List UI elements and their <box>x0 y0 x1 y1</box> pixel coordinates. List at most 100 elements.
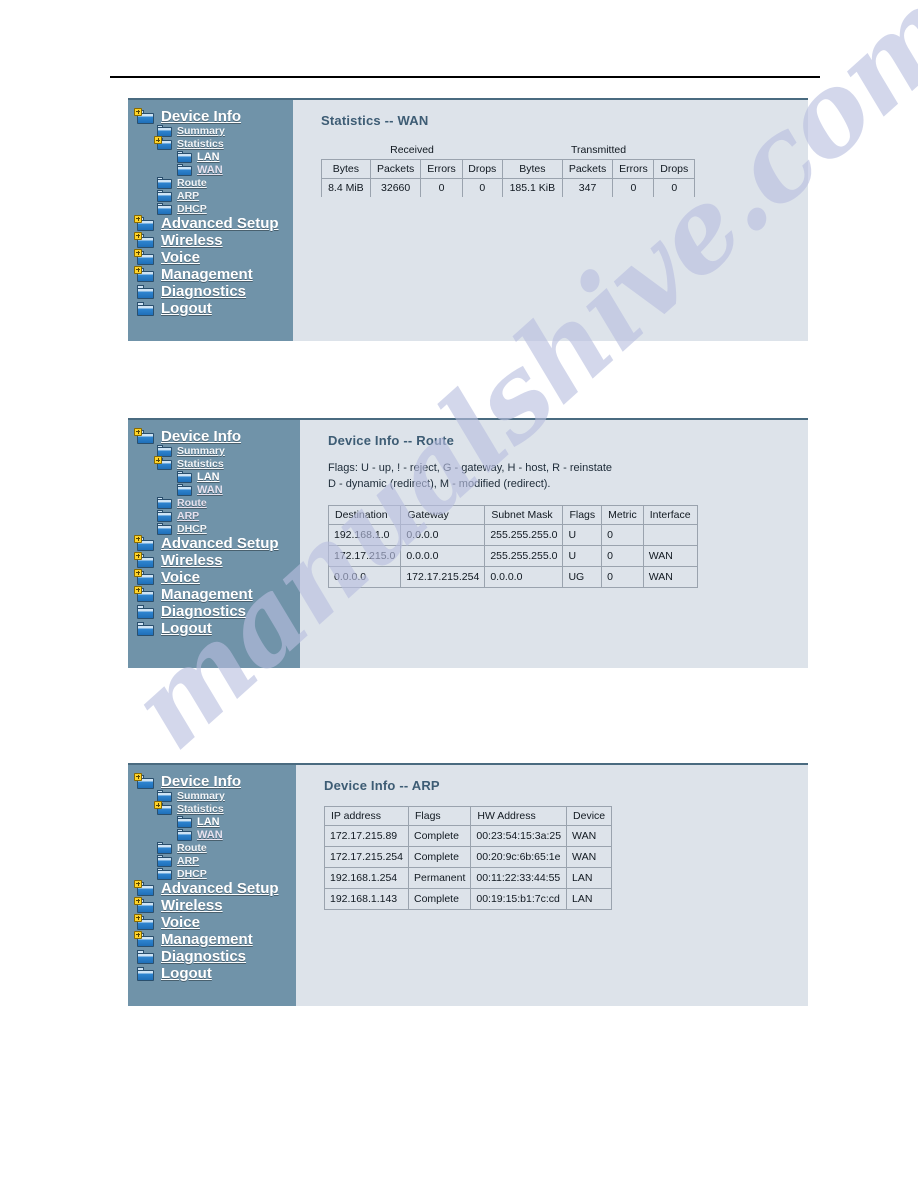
sidebar-item-label: LAN <box>197 150 220 163</box>
folder-plus-icon <box>134 534 154 551</box>
column-header: Destination <box>327 504 402 525</box>
sidebar-item-wan[interactable]: WAN <box>137 829 296 841</box>
page-title: Device Info -- Route <box>328 433 455 448</box>
sidebar-item-statistics[interactable]: Statistics <box>137 801 296 815</box>
table-cell: 172.17.215.0 <box>327 544 402 567</box>
sidebar-item-label: DHCP <box>177 522 207 535</box>
sidebar-item-dhcp[interactable]: DHCP <box>137 523 300 535</box>
folder-icon <box>137 301 154 316</box>
flags-legend-line-2: D - dynamic (redirect), M - modified (re… <box>328 477 551 490</box>
content-area: Device Info -- Route Flags: U - up, ! - … <box>300 420 808 668</box>
table-cell: 00:20:9c:6b:65:1e <box>470 846 568 868</box>
table-row: 172.17.215.254 Complete 00:20:9c:6b:65:1e W… <box>324 846 613 868</box>
sidebar-item-label: Statistics <box>177 802 224 815</box>
sidebar-item-label: Management <box>161 931 253 948</box>
sidebar-item-arp[interactable]: ARP <box>137 855 296 867</box>
sidebar-item-device-info[interactable]: Device Info <box>134 107 293 124</box>
sidebar-item-advanced-setup[interactable]: Advanced Setup <box>134 879 296 896</box>
sidebar-item-advanced-setup[interactable]: Advanced Setup <box>134 214 293 231</box>
sidebar-item-label: Device Info <box>161 428 242 445</box>
table-cell: 32660 <box>369 178 422 197</box>
column-header: Errors <box>612 159 655 179</box>
sidebar-item-management[interactable]: Management <box>134 585 300 603</box>
folder-plus-icon <box>134 551 154 568</box>
sidebar-item-wireless[interactable]: Wireless <box>134 551 300 568</box>
sidebar-item-lan[interactable]: LAN <box>137 151 293 163</box>
sidebar-item-voice[interactable]: Voice <box>134 913 296 931</box>
folder-icon <box>137 621 154 636</box>
sidebar-item-label: Logout <box>161 620 212 637</box>
table-header-row: IP address Flags HW Address Device <box>324 806 613 826</box>
table-cell: Complete <box>407 825 472 847</box>
folder-icon <box>177 471 192 483</box>
sidebar-item-dhcp[interactable]: DHCP <box>137 868 296 880</box>
router-ui-panel-arp: Device Info Summary Statistics LAN WAN Route A… <box>128 763 808 1006</box>
table-cell: 0 <box>601 544 644 567</box>
sidebar-item-label: Voice <box>161 914 200 931</box>
sidebar-item-diagnostics[interactable]: Diagnostics <box>137 604 300 619</box>
sidebar-item-advanced-setup[interactable]: Advanced Setup <box>134 534 300 552</box>
sidebar-item-wireless[interactable]: Wireless <box>134 231 293 249</box>
table-cell: 00:19:15:b1:7c:cd <box>470 888 568 910</box>
sidebar-item-label: Management <box>161 586 253 603</box>
group-header-transmitted: Transmitted <box>502 141 695 160</box>
sidebar-item-management[interactable]: Management <box>134 265 293 282</box>
sidebar-item-label: ARP <box>177 509 200 522</box>
table-cell: 8.4 MiB <box>321 178 371 197</box>
nav-tree: Device Info Summary Statistics LAN WAN Route A… <box>134 107 293 316</box>
sidebar-item-wan[interactable]: WAN <box>137 484 300 496</box>
sidebar-navigation: Device Info Summary Statistics LAN WAN Route A… <box>128 765 296 1006</box>
sidebar-item-diagnostics[interactable]: Diagnostics <box>137 284 293 299</box>
sidebar-item-logout[interactable]: Logout <box>137 966 296 981</box>
sidebar-item-route[interactable]: Route <box>137 177 293 189</box>
folder-icon <box>137 966 154 981</box>
column-header: Errors <box>420 159 463 179</box>
wan-statistics-table: Received Transmitted Bytes Packets Errors Dro… <box>321 141 695 197</box>
folder-icon <box>177 816 192 828</box>
column-header: Drops <box>461 159 504 179</box>
sidebar-item-device-info[interactable]: Device Info <box>134 772 296 789</box>
table-cell: U <box>562 544 603 567</box>
sidebar-item-wan[interactable]: WAN <box>137 164 293 176</box>
sidebar-item-logout[interactable]: Logout <box>137 621 300 636</box>
sidebar-item-lan[interactable]: LAN <box>137 471 300 483</box>
table-cell: 192.168.1.143 <box>324 888 409 910</box>
table-cell: 00:23:54:15:3a:25 <box>470 825 568 847</box>
sidebar-item-statistics[interactable]: Statistics <box>137 136 293 150</box>
table-row: 192.168.1.254 Permanent 00:11:22:33:44:55 L… <box>324 867 613 889</box>
column-header: HW Address <box>470 806 568 826</box>
table-cell: 00:11:22:33:44:55 <box>470 867 568 889</box>
sidebar-item-label: Wireless <box>161 897 223 914</box>
sidebar-item-logout[interactable]: Logout <box>137 301 293 316</box>
sidebar-item-dhcp[interactable]: DHCP <box>137 203 293 215</box>
sidebar-item-route[interactable]: Route <box>137 497 300 509</box>
folder-plus-icon <box>154 136 172 150</box>
folder-plus-icon <box>134 585 154 602</box>
sidebar-item-arp[interactable]: ARP <box>137 190 293 202</box>
table-cell: U <box>562 523 603 546</box>
sidebar-item-arp[interactable]: ARP <box>137 510 300 522</box>
sidebar-item-label: Route <box>177 841 207 854</box>
sidebar-item-route[interactable]: Route <box>137 842 296 854</box>
sidebar-item-voice[interactable]: Voice <box>134 248 293 265</box>
sidebar-item-voice[interactable]: Voice <box>134 568 300 585</box>
sidebar-item-label: DHCP <box>177 202 207 215</box>
table-cell: 347 <box>561 178 614 197</box>
sidebar-item-statistics[interactable]: Statistics <box>137 456 300 470</box>
sidebar-item-label: Diagnostics <box>161 948 247 965</box>
sidebar-item-label: Diagnostics <box>161 603 247 620</box>
sidebar-item-device-info[interactable]: Device Info <box>134 427 300 445</box>
sidebar-item-label: ARP <box>177 854 200 867</box>
column-header: Packets <box>369 159 422 179</box>
sidebar-item-label: Diagnostics <box>161 283 247 300</box>
sidebar-item-diagnostics[interactable]: Diagnostics <box>137 949 296 964</box>
sidebar-item-label: Logout <box>161 965 212 982</box>
sidebar-item-management[interactable]: Management <box>134 930 296 948</box>
content-area: Device Info -- ARP IP address Flags HW Add… <box>296 765 808 1006</box>
nav-tree: Device Info Summary Statistics LAN WAN Route A… <box>134 772 296 981</box>
sidebar-item-wireless[interactable]: Wireless <box>134 896 296 914</box>
nav-tree: Device Info Summary Statistics LAN WAN Route A… <box>134 427 300 636</box>
sidebar-item-label: Wireless <box>161 232 223 249</box>
sidebar-item-lan[interactable]: LAN <box>137 816 296 828</box>
sidebar-item-label: Advanced Setup <box>161 535 279 552</box>
